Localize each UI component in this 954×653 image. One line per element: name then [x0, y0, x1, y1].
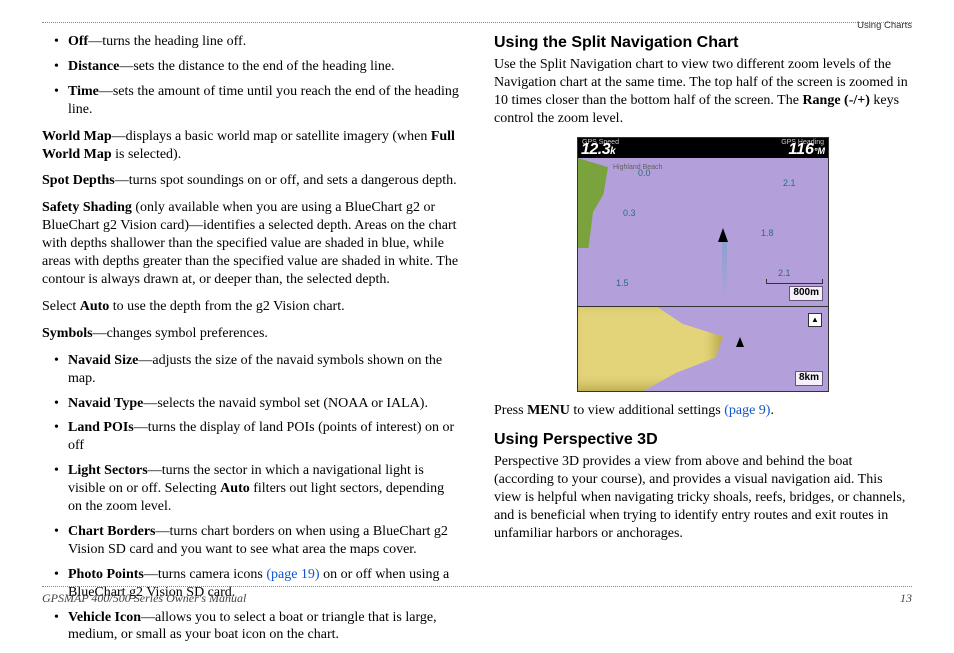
list-item: Chart Borders—turns chart borders on whe… [68, 523, 460, 559]
footer-title: GPSMAP 400/500 Series Owner's Manual [42, 591, 246, 606]
left-column: Off—turns the heading line off. Distance… [42, 33, 460, 653]
depth-value: 1.5 [616, 278, 629, 290]
page: Using Charts Off—turns the heading line … [0, 0, 954, 618]
land-shape [578, 307, 723, 391]
paragraph: Perspective 3D provides a view from abov… [494, 453, 912, 543]
list-item: Vehicle Icon—allows you to select a boat… [68, 609, 460, 645]
list-item: Time—sets the amount of time until you r… [68, 83, 460, 119]
land-shape [578, 158, 608, 248]
scale-bar [766, 279, 823, 284]
paragraph: Spot Depths—turns spot soundings on or o… [42, 172, 460, 190]
gps-speed-value: 12.3k [581, 140, 615, 160]
paragraph: Select Auto to use the depth from the g2… [42, 298, 460, 316]
boat-icon [736, 337, 744, 347]
header-section: Using Charts [857, 20, 912, 31]
list-item: Navaid Size—adjusts the size of the nava… [68, 352, 460, 388]
page-number: 13 [900, 591, 912, 606]
header-rule [42, 22, 912, 23]
page-link[interactable]: (page 19) [266, 567, 319, 582]
figure-top-chart: GPS Speed 12.3k GPS Heading 116°M Highla… [578, 138, 828, 306]
list-item: Off—turns the heading line off. [68, 33, 460, 51]
page-link[interactable]: (page 9) [724, 403, 770, 418]
range-label: 800m [789, 286, 823, 301]
north-arrow-icon: ▲ [808, 313, 822, 327]
depth-value: 2.1 [778, 268, 791, 280]
paragraph: Press MENU to view additional settings (… [494, 402, 912, 420]
paragraph: Use the Split Navigation chart to view t… [494, 56, 912, 128]
figure-status-bar: GPS Speed 12.3k GPS Heading 116°M [578, 138, 828, 158]
depth-value: 0.3 [623, 208, 636, 220]
boat-wake [722, 242, 727, 300]
list-item: Land POIs—turns the display of land POIs… [68, 419, 460, 455]
boat-icon [718, 228, 728, 242]
paragraph: Safety Shading (only available when you … [42, 199, 460, 289]
depth-value: 2.1 [783, 178, 796, 190]
heading-split-nav: Using the Split Navigation Chart [494, 33, 912, 53]
right-column: Using the Split Navigation Chart Use the… [494, 33, 912, 653]
figure-bottom-chart: ▲ 8km [578, 306, 828, 391]
list-item: Light Sectors—turns the sector in which … [68, 462, 460, 516]
heading-perspective-3d: Using Perspective 3D [494, 430, 912, 450]
footer: GPSMAP 400/500 Series Owner's Manual 13 [42, 586, 912, 606]
paragraph: World Map—displays a basic world map or … [42, 128, 460, 164]
gps-heading-value: 116°M [788, 140, 825, 160]
depth-value: 1.8 [761, 228, 774, 240]
list-item: Navaid Type—selects the navaid symbol se… [68, 395, 460, 413]
depth-value: 0.0 [638, 168, 651, 180]
list-item: Distance—sets the distance to the end of… [68, 58, 460, 76]
range-label: 8km [795, 371, 823, 386]
split-nav-figure: GPS Speed 12.3k GPS Heading 116°M Highla… [577, 137, 829, 392]
paragraph: Symbols—changes symbol preferences. [42, 325, 460, 343]
